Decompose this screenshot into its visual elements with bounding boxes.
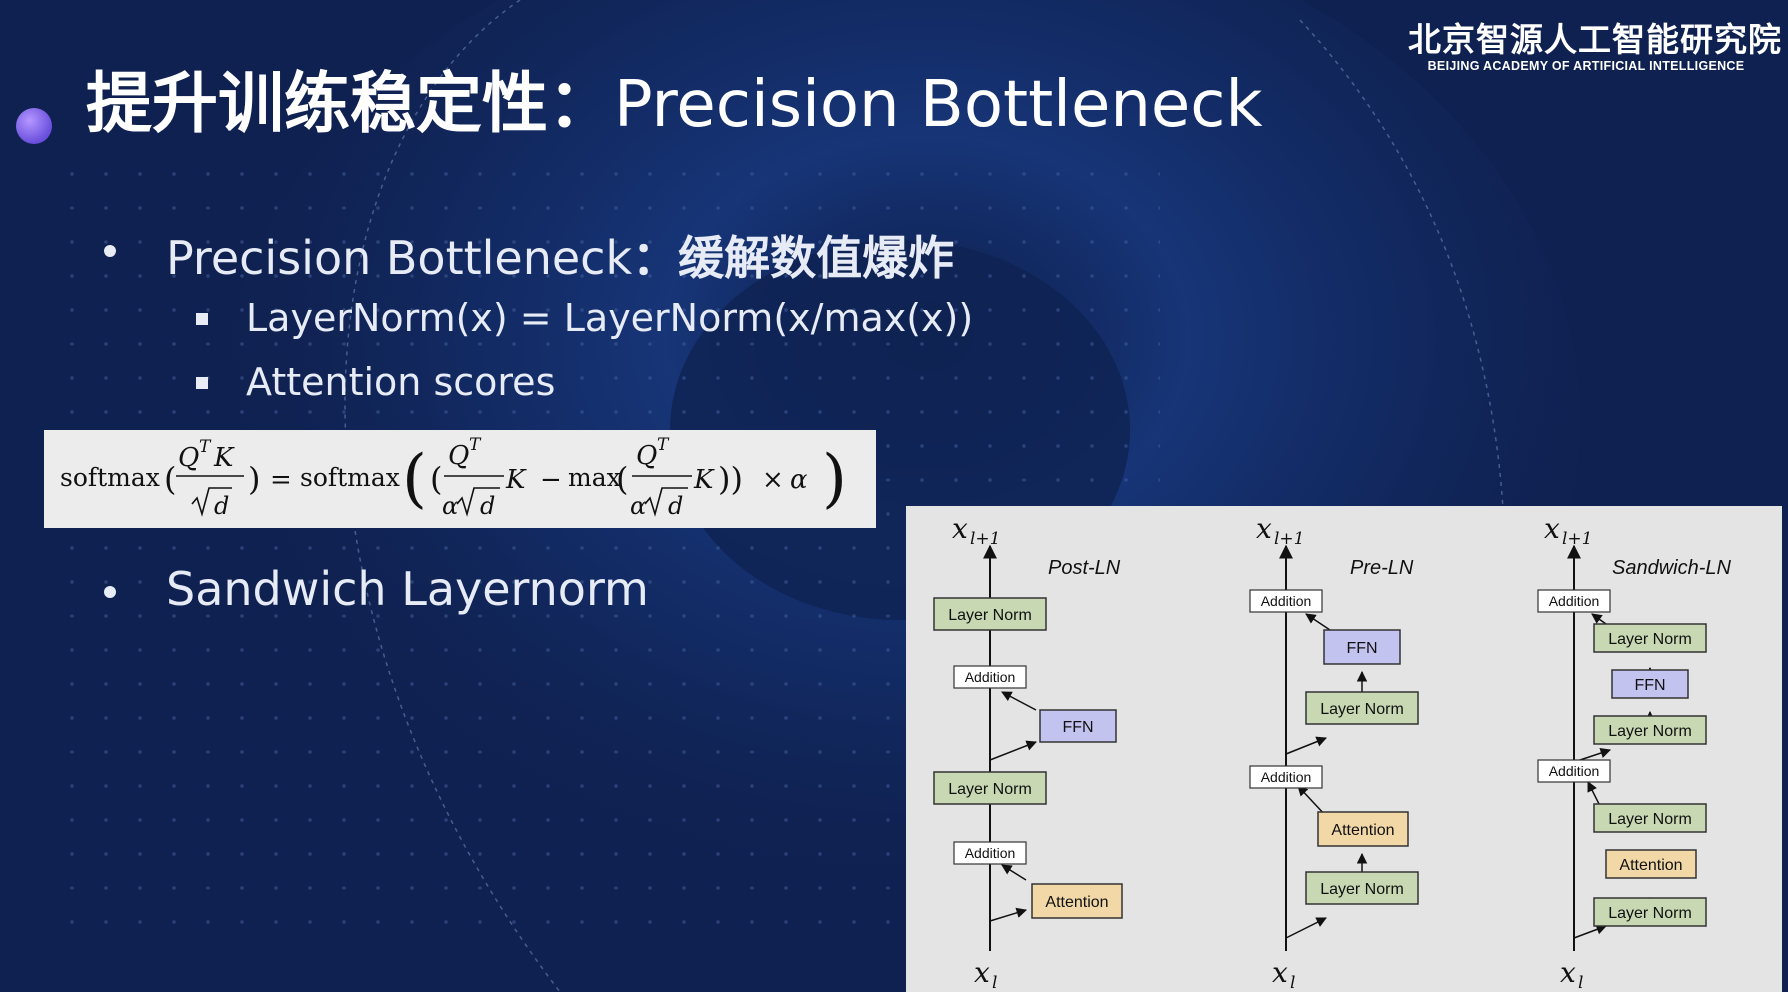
post-ln-layer-norm-mid-label: Layer Norm	[948, 781, 1032, 798]
sandwich-ln-title: Sandwich-LN	[1612, 557, 1732, 579]
sandwich-ln-column: x l+1 Sandwich-LN Addition Layer Norm FF…	[1537, 512, 1732, 992]
decorative-bullet-icon	[16, 108, 52, 144]
bullet-1-en: Precision Bottleneck	[166, 231, 633, 285]
post-ln-title: Post-LN	[1048, 557, 1121, 579]
post-ln-addition-top-label: Addition	[965, 669, 1016, 685]
post-ln-column: x l+1 Post-LN Layer Norm Addition FFN La…	[933, 512, 1123, 992]
eq-times: ×	[762, 465, 784, 495]
eq-k: K	[213, 443, 235, 473]
sandwich-ln-input-sub: l	[1578, 973, 1583, 992]
eq-paren: )	[248, 460, 260, 498]
page-title: 提升训练稳定性：Precision Bottleneck	[86, 50, 1263, 146]
pre-ln-title: Pre-LN	[1350, 557, 1414, 579]
eq-paren: ))	[718, 460, 743, 498]
layernorm-variants-diagram: x l+1 Post-LN Layer Norm Addition FFN La…	[906, 506, 1782, 992]
sandwich-ln-addition-top-label: Addition	[1549, 593, 1600, 609]
eq-q: Q	[636, 441, 657, 471]
eq-big-paren: )	[822, 442, 847, 516]
eq-big-paren: (	[402, 442, 427, 516]
eq-paren: (	[430, 460, 442, 498]
eq-max: max	[568, 463, 621, 492]
bullet-1-cn: ：缓解数值爆炸	[632, 231, 955, 285]
sandwich-ln-addition-bottom-label: Addition	[1549, 763, 1600, 779]
pre-ln-layer-norm-upper-label: Layer Norm	[1320, 701, 1404, 718]
eq-softmax-1: softmax	[60, 463, 160, 492]
pre-ln-input-sub: l	[1290, 973, 1295, 992]
pre-ln-addition-bottom-label: Addition	[1261, 769, 1312, 785]
title-cn: 提升训练稳定性：	[86, 65, 614, 142]
sandwich-ln-attention-label: Attention	[1619, 857, 1682, 874]
bullet-marker	[104, 586, 116, 598]
bullet-sandwich-layernorm: Sandwich Layernorm	[166, 562, 649, 616]
eq-minus: −	[540, 465, 562, 495]
sandwich-ln-layer-norm-2-label: Layer Norm	[1608, 723, 1692, 740]
eq-equals: =	[270, 465, 292, 495]
pre-ln-output-sub: l+1	[1274, 529, 1305, 549]
post-ln-layer-norm-top-label: Layer Norm	[948, 607, 1032, 624]
bullet-marker	[104, 245, 116, 257]
eq-k: K	[693, 465, 715, 495]
post-ln-attention-label: Attention	[1045, 894, 1108, 911]
org-logo: 北京智源人工智能研究院 BEIJING ACADEMY OF ARTIFICIA…	[1408, 20, 1782, 74]
sandwich-ln-ffn-label: FFN	[1634, 677, 1665, 694]
pre-ln-output-x: x	[1256, 512, 1272, 545]
eq-paren: (	[616, 460, 628, 498]
pre-ln-column: x l+1 Pre-LN Addition FFN Layer Norm Add…	[1249, 512, 1419, 992]
sandwich-ln-layer-norm-1-label: Layer Norm	[1608, 631, 1692, 648]
eq-alpha: α	[442, 492, 458, 520]
pre-ln-ffn-label: FFN	[1346, 640, 1377, 657]
post-ln-input-sub: l	[992, 973, 997, 992]
post-ln-input-x: x	[974, 956, 990, 989]
eq-q: Q	[448, 441, 469, 471]
eq-t: T	[469, 435, 482, 455]
post-ln-output-x: x	[952, 512, 968, 545]
post-ln-output-sub: l+1	[970, 529, 1001, 549]
pre-ln-input-x: x	[1272, 956, 1288, 989]
eq-d: d	[214, 492, 229, 520]
pre-ln-layer-norm-lower-label: Layer Norm	[1320, 881, 1404, 898]
eq-softmax-2: softmax	[300, 463, 400, 492]
org-name-en: BEIJING ACADEMY OF ARTIFICIAL INTELLIGEN…	[1427, 59, 1745, 73]
eq-t: T	[657, 435, 670, 455]
bullet-precision-bottleneck: Precision Bottleneck：缓解数值爆炸	[166, 222, 954, 288]
sandwich-ln-layer-norm-3-label: Layer Norm	[1608, 811, 1692, 828]
sandwich-ln-input-x: x	[1560, 956, 1576, 989]
eq-d: d	[480, 492, 495, 520]
sub-bullet-layernorm: LayerNorm(x) = LayerNorm(x/max(x))	[246, 296, 974, 340]
sub-bullet-attention-scores: Attention scores	[246, 360, 556, 404]
pre-ln-attention-label: Attention	[1331, 822, 1394, 839]
eq-alpha: α	[790, 465, 808, 495]
org-name-cn: 北京智源人工智能研究院	[1408, 20, 1782, 59]
pre-ln-addition-top-label: Addition	[1261, 593, 1312, 609]
sandwich-ln-output-sub: l+1	[1562, 529, 1593, 549]
eq-paren: (	[164, 460, 176, 498]
eq-t: T	[199, 437, 212, 457]
post-ln-addition-bottom-label: Addition	[965, 845, 1016, 861]
eq-d: d	[668, 492, 683, 520]
title-en: Precision Bottleneck	[614, 68, 1263, 142]
softmax-equation: softmax ( Q T K d ) = softmax ( ( Q T α …	[44, 430, 876, 528]
sub-bullet-marker	[196, 377, 208, 389]
eq-q: Q	[178, 443, 199, 473]
eq-k: K	[505, 465, 527, 495]
sandwich-ln-layer-norm-4-label: Layer Norm	[1608, 905, 1692, 922]
sandwich-ln-output-x: x	[1544, 512, 1560, 545]
post-ln-ffn-label: FFN	[1062, 719, 1093, 736]
eq-alpha: α	[630, 492, 646, 520]
sub-bullet-marker	[196, 313, 208, 325]
